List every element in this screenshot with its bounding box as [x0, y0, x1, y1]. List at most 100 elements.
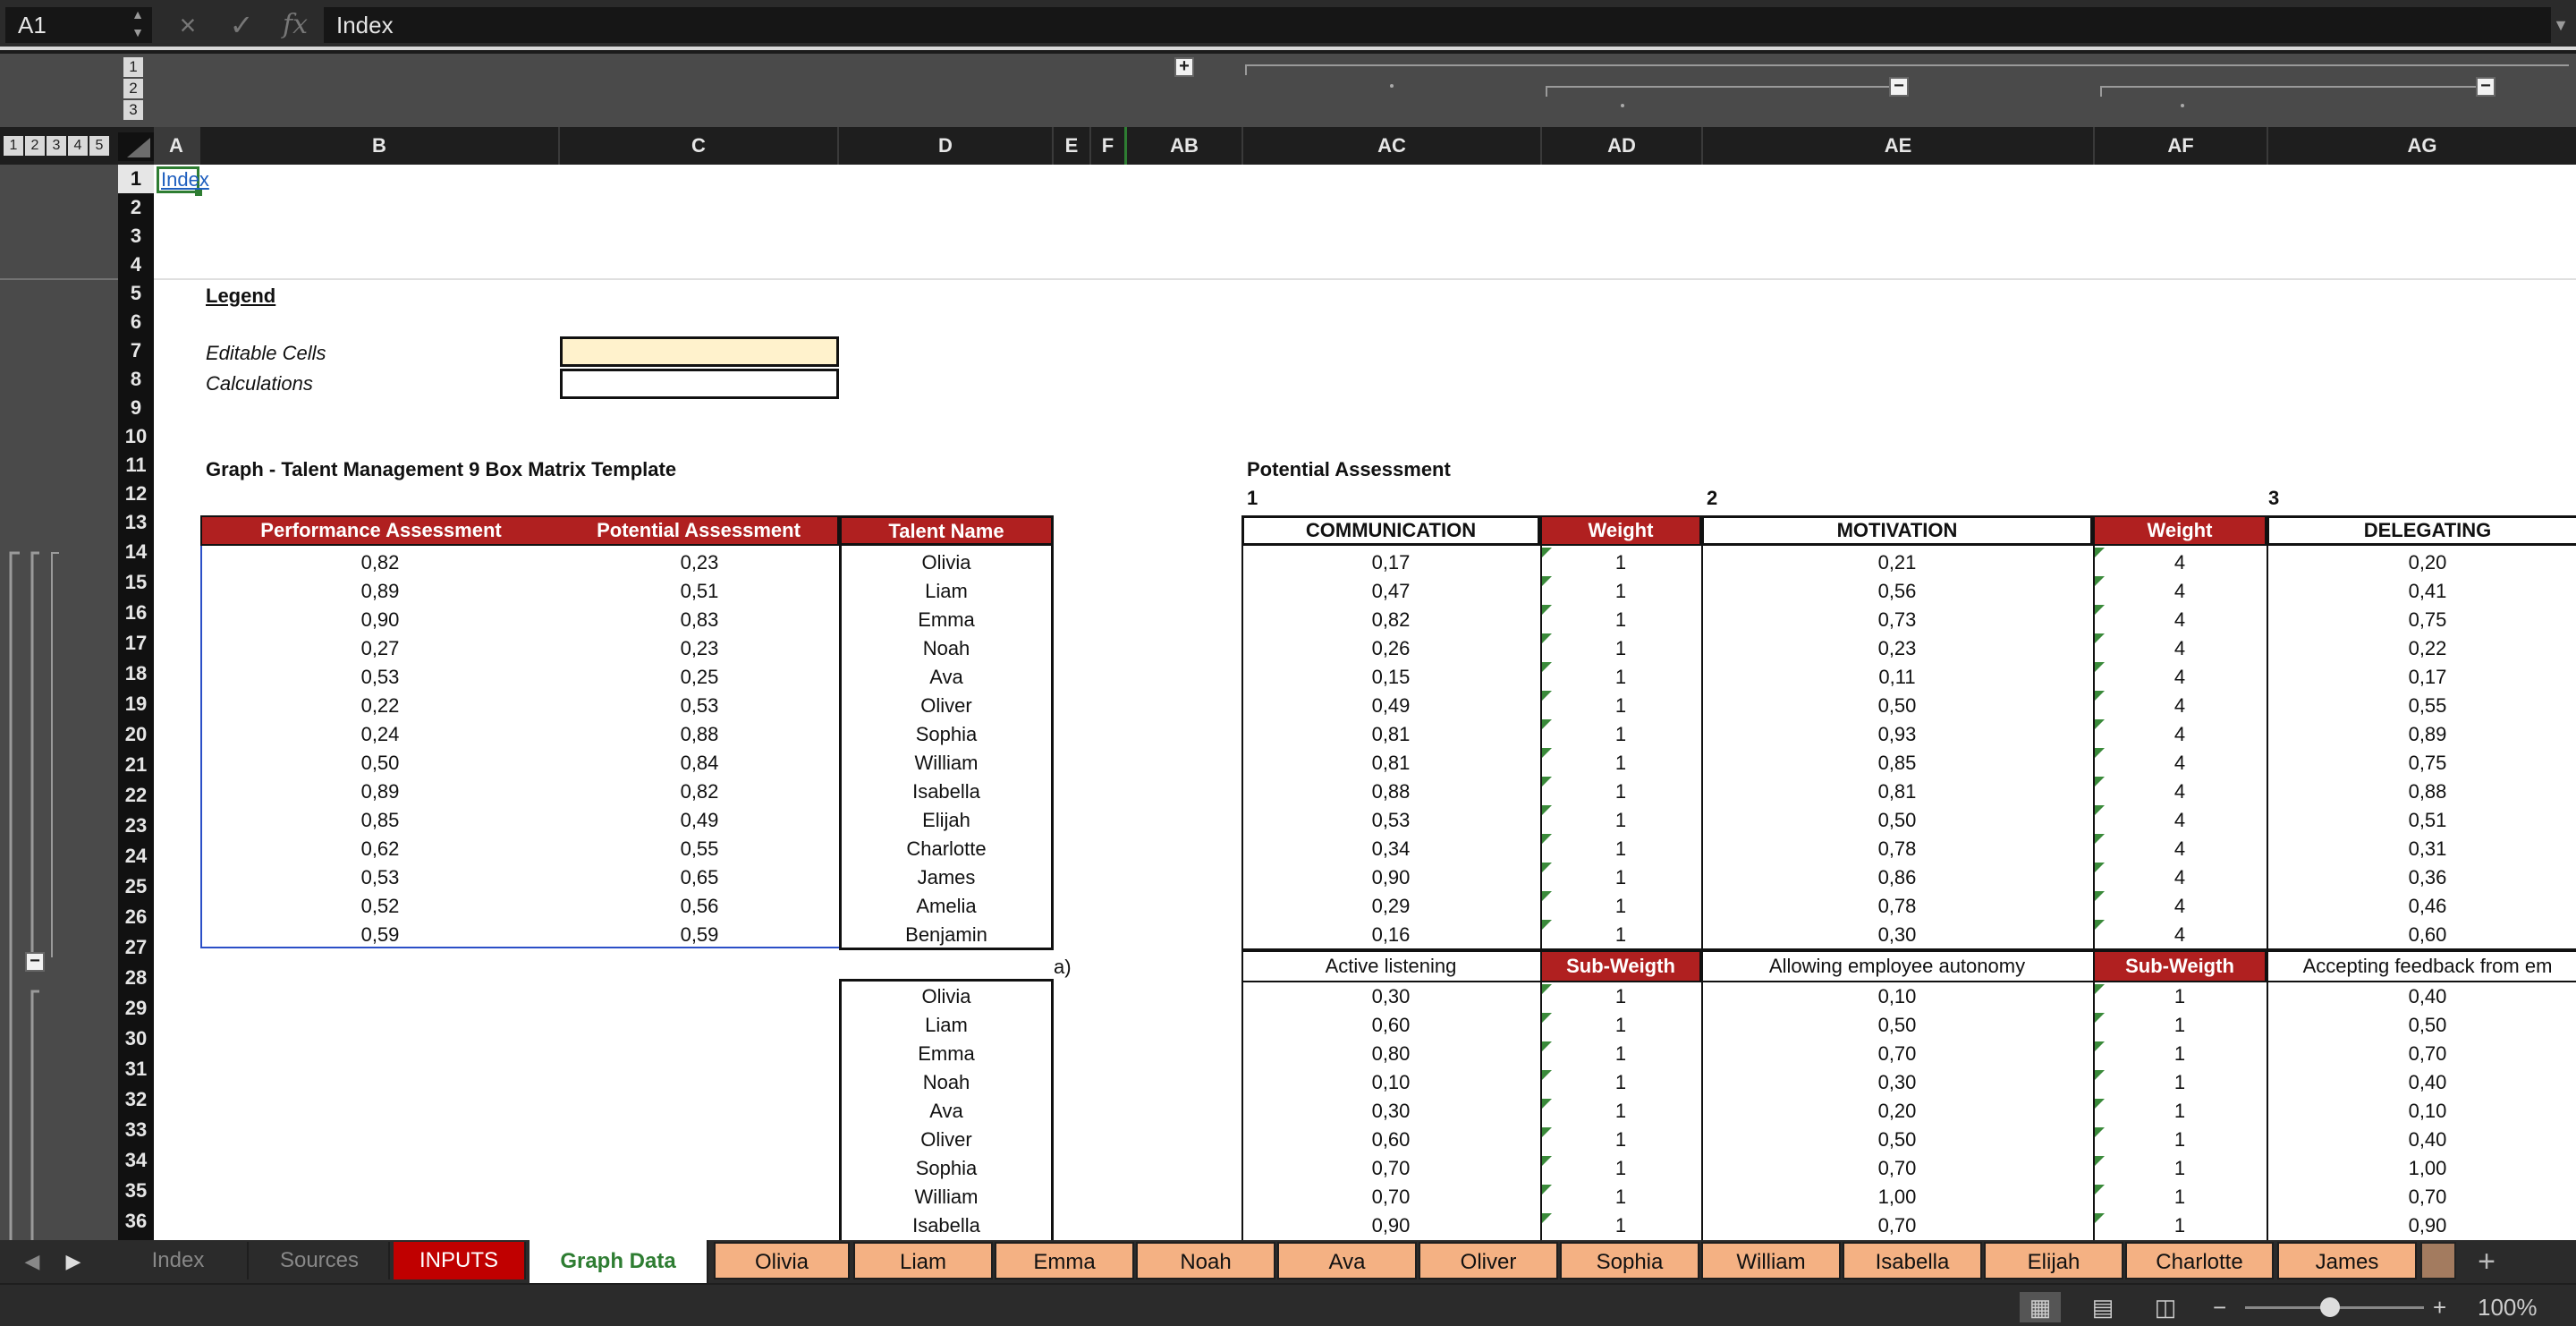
potential-value[interactable]: 0,83 — [560, 607, 839, 633]
row-header[interactable]: 15 — [118, 567, 154, 598]
tab-prev-icon[interactable]: ◀ — [16, 1240, 48, 1283]
autonomy-value[interactable]: 0,70 — [1701, 1154, 2093, 1183]
talent-name[interactable]: Liam — [839, 1011, 1054, 1040]
active-listening-value[interactable]: 0,70 — [1241, 1154, 1540, 1183]
outline-level-button[interactable]: 2 — [25, 136, 45, 156]
row-header[interactable]: 32 — [118, 1084, 154, 1115]
weight-value[interactable]: 1 — [1540, 836, 1701, 863]
weight-value[interactable]: 1 — [1540, 578, 1701, 605]
weight-value[interactable]: 1 — [1540, 721, 1701, 748]
talent-name[interactable]: Emma — [839, 607, 1054, 633]
sub-weight-value[interactable]: 1 — [2093, 1097, 2267, 1126]
outline-level-button[interactable]: 1 — [4, 136, 23, 156]
row-header[interactable]: 21 — [118, 750, 154, 780]
communication-value[interactable]: 0,88 — [1241, 778, 1540, 805]
column-header-E[interactable]: E — [1054, 127, 1091, 165]
zoom-in-button[interactable]: + — [2433, 1292, 2446, 1322]
communication-value[interactable]: 0,90 — [1241, 864, 1540, 891]
confirm-icon[interactable]: ✓ — [224, 7, 259, 43]
sub-weight-value[interactable]: 1 — [2093, 1211, 2267, 1240]
row-header[interactable]: 24 — [118, 841, 154, 871]
sheet-tab-elijah[interactable]: Elijah — [1984, 1242, 2123, 1279]
autonomy-value[interactable]: 0,10 — [1701, 982, 2093, 1011]
delegating-value[interactable]: 0,36 — [2267, 864, 2576, 891]
performance-value[interactable]: 0,59 — [200, 922, 560, 948]
autonomy-value[interactable]: 0,50 — [1701, 1126, 2093, 1154]
page-break-view-icon[interactable]: ◫ — [2145, 1292, 2186, 1322]
add-sheet-icon[interactable]: + — [2469, 1240, 2504, 1283]
autonomy-value[interactable]: 0,70 — [1701, 1211, 2093, 1240]
worksheet-grid[interactable]: Index Legend Editable Cells Calculations… — [154, 165, 2576, 1240]
sub-weight-value[interactable]: 1 — [1540, 1154, 1701, 1183]
outline-level-button[interactable]: 2 — [123, 79, 143, 98]
row-header[interactable]: 30 — [118, 1024, 154, 1054]
weight-value[interactable]: 1 — [1540, 607, 1701, 633]
talent-name[interactable]: Isabella — [839, 1211, 1054, 1240]
communication-value[interactable]: 0,26 — [1241, 635, 1540, 662]
sub-weight-value[interactable]: 1 — [2093, 1068, 2267, 1097]
weight-value[interactable]: 4 — [2093, 721, 2267, 748]
column-header-AD[interactable]: AD — [1542, 127, 1703, 165]
weight-value[interactable]: 4 — [2093, 750, 2267, 777]
active-listening-value[interactable]: 0,90 — [1241, 1211, 1540, 1240]
feedback-value[interactable]: 0,50 — [2267, 1011, 2576, 1040]
communication-value[interactable]: 0,49 — [1241, 693, 1540, 719]
talent-name[interactable]: Elijah — [839, 807, 1054, 834]
potential-value[interactable]: 0,49 — [560, 807, 839, 834]
weight-value[interactable]: 4 — [2093, 549, 2267, 576]
motivation-value[interactable]: 0,50 — [1701, 807, 2093, 834]
active-listening-value[interactable]: 0,80 — [1241, 1040, 1540, 1068]
talent-name[interactable]: Sophia — [839, 1154, 1054, 1183]
sub-weight-value[interactable]: 1 — [2093, 1126, 2267, 1154]
row-header[interactable]: 3 — [118, 222, 154, 251]
page-layout-view-icon[interactable]: ▤ — [2082, 1292, 2123, 1322]
potential-value[interactable]: 0,55 — [560, 836, 839, 863]
delegating-value[interactable]: 0,20 — [2267, 549, 2576, 576]
talent-name[interactable]: Charlotte — [839, 836, 1054, 863]
communication-value[interactable]: 0,16 — [1241, 922, 1540, 948]
sheet-tab-sources[interactable]: Sources — [250, 1242, 390, 1279]
performance-value[interactable]: 0,82 — [200, 549, 560, 576]
motivation-value[interactable]: 0,93 — [1701, 721, 2093, 748]
active-listening-value[interactable]: 0,70 — [1241, 1183, 1540, 1211]
weight-value[interactable]: 4 — [2093, 836, 2267, 863]
row-header[interactable]: 29 — [118, 993, 154, 1024]
autonomy-value[interactable]: 0,30 — [1701, 1068, 2093, 1097]
delegating-value[interactable]: 0,51 — [2267, 807, 2576, 834]
talent-name[interactable]: Noah — [839, 635, 1054, 662]
row-header[interactable]: 5 — [118, 279, 154, 308]
performance-value[interactable]: 0,27 — [200, 635, 560, 662]
potential-value[interactable]: 0,25 — [560, 664, 839, 691]
active-listening-value[interactable]: 0,10 — [1241, 1068, 1540, 1097]
potential-value[interactable]: 0,82 — [560, 778, 839, 805]
weight-value[interactable]: 1 — [1540, 922, 1701, 948]
sheet-tab-liam[interactable]: Liam — [853, 1242, 993, 1279]
communication-value[interactable]: 0,82 — [1241, 607, 1540, 633]
performance-value[interactable]: 0,52 — [200, 893, 560, 920]
delegating-value[interactable]: 0,55 — [2267, 693, 2576, 719]
row-header[interactable]: 18 — [118, 659, 154, 689]
row-header[interactable]: 2 — [118, 193, 154, 222]
delegating-value[interactable]: 0,17 — [2267, 664, 2576, 691]
feedback-value[interactable]: 1,00 — [2267, 1154, 2576, 1183]
sheet-tab-inputs[interactable]: INPUTS — [394, 1242, 526, 1279]
talent-name[interactable]: Olivia — [839, 982, 1054, 1011]
expand-group-button[interactable]: + — [1174, 57, 1194, 77]
performance-value[interactable]: 0,22 — [200, 693, 560, 719]
potential-value[interactable]: 0,23 — [560, 635, 839, 662]
row-header[interactable]: 35 — [118, 1176, 154, 1206]
talent-name[interactable]: Ava — [839, 664, 1054, 691]
performance-value[interactable]: 0,53 — [200, 864, 560, 891]
sub-weight-value[interactable]: 1 — [2093, 1040, 2267, 1068]
motivation-value[interactable]: 0,85 — [1701, 750, 2093, 777]
outline-level-button[interactable]: 1 — [123, 57, 143, 77]
sheet-tab-oliver[interactable]: Oliver — [1419, 1242, 1558, 1279]
communication-value[interactable]: 0,29 — [1241, 893, 1540, 920]
delegating-value[interactable]: 0,22 — [2267, 635, 2576, 662]
outline-level-button[interactable]: 5 — [89, 136, 109, 156]
column-header-F[interactable]: F — [1091, 127, 1127, 165]
row-header[interactable]: 7 — [118, 336, 154, 365]
row-header[interactable]: 36 — [118, 1206, 154, 1237]
row-header[interactable]: 4 — [118, 251, 154, 279]
column-header-D[interactable]: D — [839, 127, 1054, 165]
